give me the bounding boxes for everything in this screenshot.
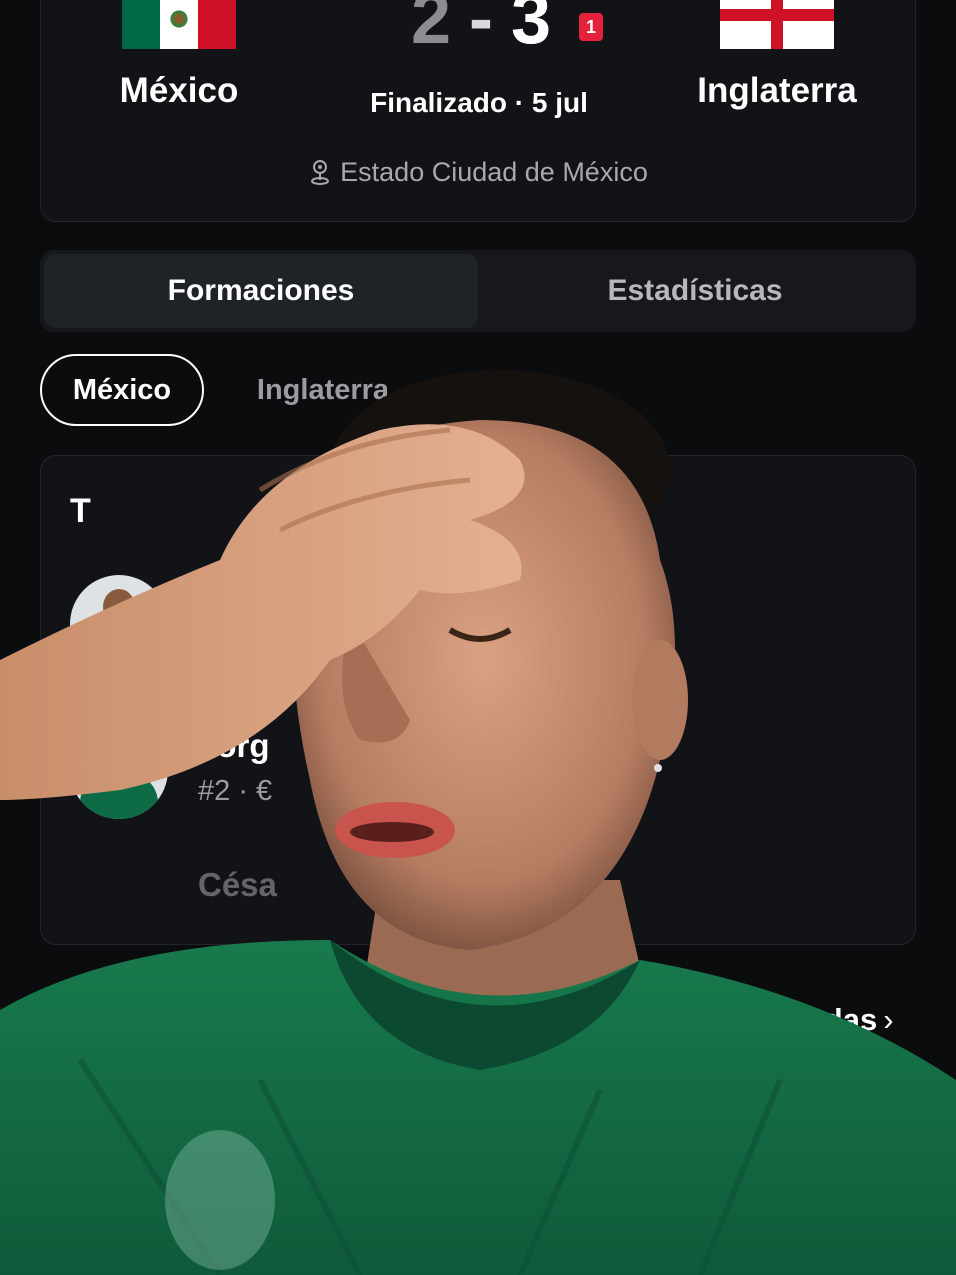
venue-label: Estado Ciudad de México <box>340 157 648 187</box>
match-venue: Estado Ciudad de México <box>201 157 757 188</box>
player-name: Césa <box>198 866 277 903</box>
score-separator: - <box>469 0 493 59</box>
player-meta: A <box>198 637 218 669</box>
player-meta: #2 · € <box>198 775 273 807</box>
tab-stats[interactable]: Estadísticas <box>478 254 912 328</box>
team-toggle-england[interactable]: Inglaterra <box>236 354 410 426</box>
player-avatar <box>70 721 168 819</box>
england-flag-icon <box>720 0 834 49</box>
see-all-link[interactable]: /er todas › <box>748 1002 894 1038</box>
red-card-badge: 1 <box>579 13 603 41</box>
player-name: Jorg <box>198 727 270 764</box>
match-detail-screen: México 2-3 1 Inglaterra Finalizado · 5 j… <box>0 0 956 1275</box>
home-score: 2 <box>410 0 451 59</box>
home-team[interactable]: México <box>59 0 299 111</box>
home-team-name: México <box>119 71 239 110</box>
lineup-card <box>40 455 916 945</box>
lineup-heading: T <box>70 492 91 530</box>
tab-lineups[interactable]: Formaciones <box>44 254 478 328</box>
away-team-name: Inglaterra <box>697 71 857 110</box>
team-toggle-mexico[interactable]: México <box>40 354 204 426</box>
away-team[interactable]: Inglaterra <box>657 0 897 111</box>
match-summary-card: México 2-3 1 Inglaterra Finalizado · 5 j… <box>40 0 916 222</box>
location-pin-icon <box>311 160 330 185</box>
ghost-count: 6 <box>690 968 704 995</box>
mexico-flag-icon <box>122 0 236 49</box>
chevron-right-icon: › <box>883 1002 894 1037</box>
player-avatar <box>70 575 168 673</box>
away-score: 3 <box>510 0 552 59</box>
match-tabs: Formaciones Estadísticas <box>40 250 916 332</box>
match-status: Finalizado · 5 jul <box>370 87 588 118</box>
scoreline: 2-3 <box>351 0 611 55</box>
see-all-label: /er todas <box>748 1002 878 1037</box>
